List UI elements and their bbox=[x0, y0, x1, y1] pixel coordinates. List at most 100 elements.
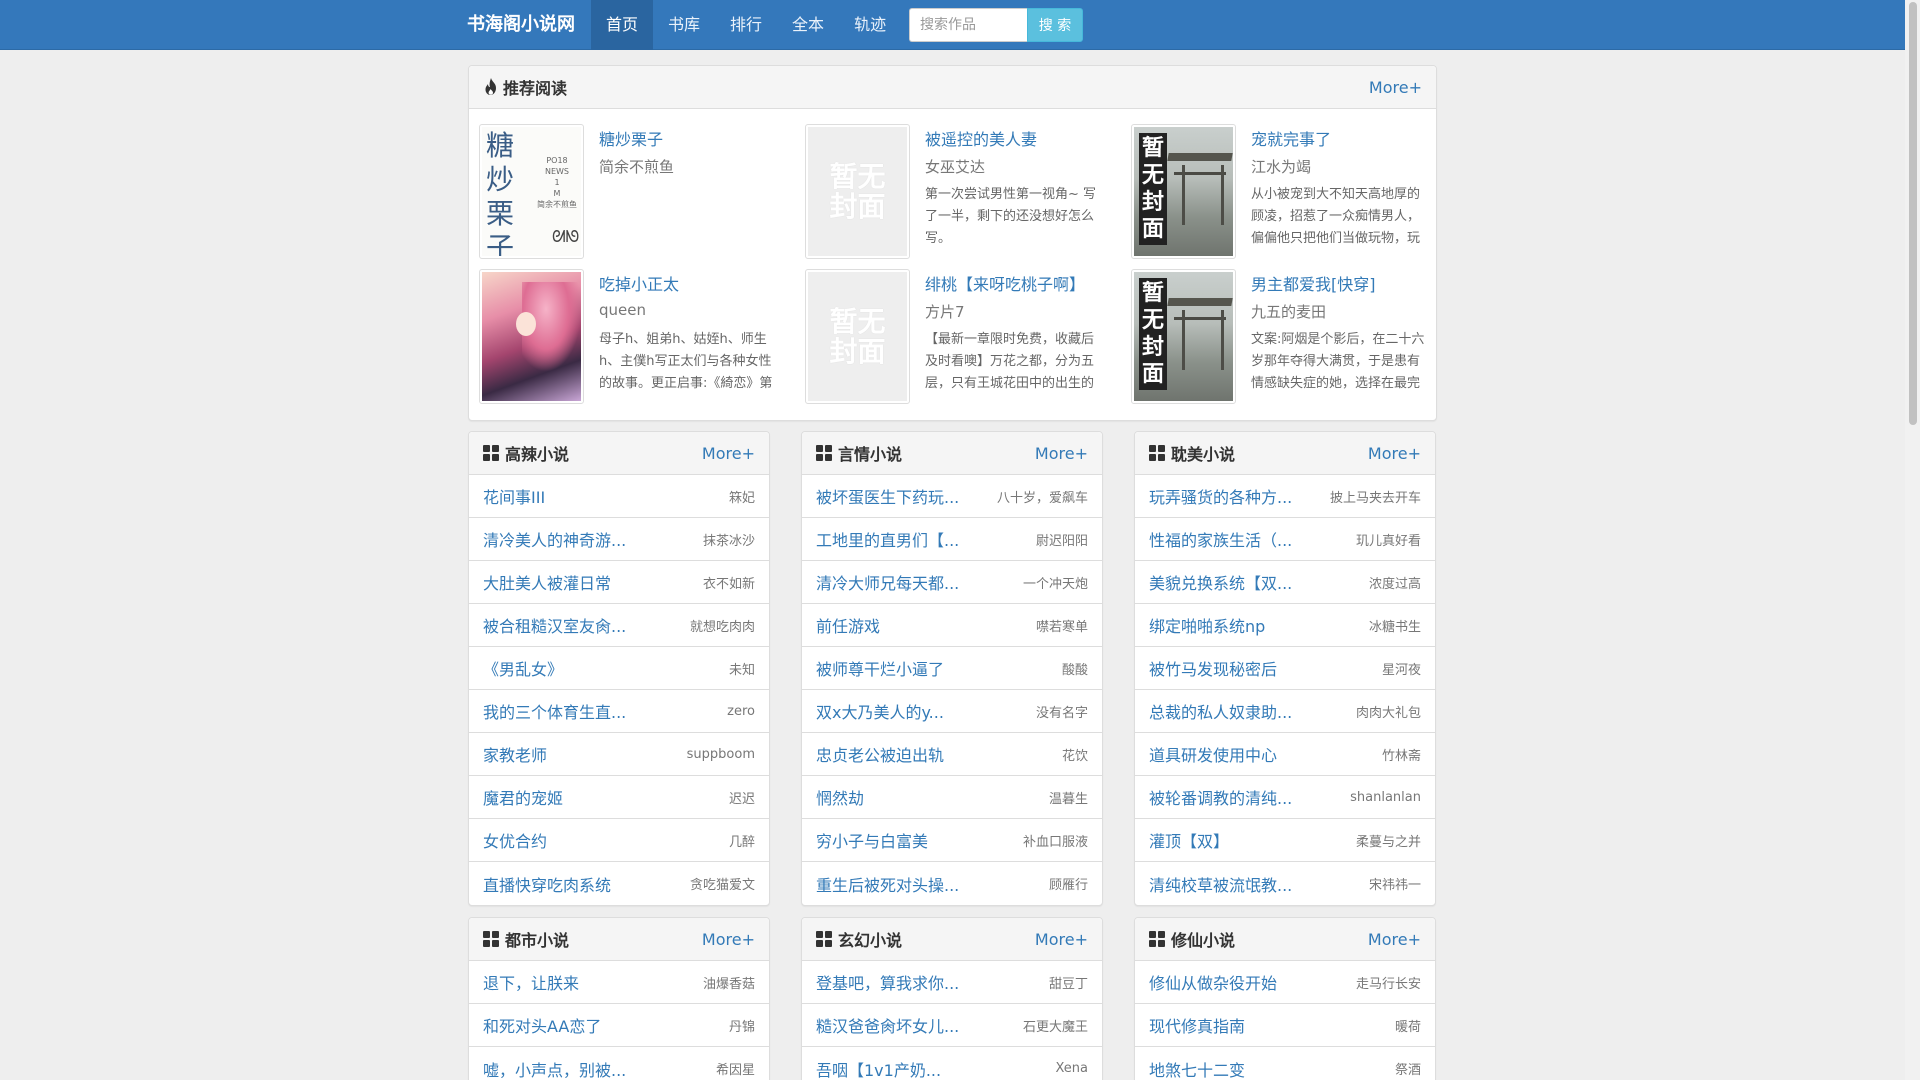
list-item: 被坏蛋医生下药玩... 八十岁，爱飙车 bbox=[802, 475, 1102, 518]
recommend-more-link[interactable]: More+ bbox=[1369, 78, 1422, 97]
book-cover[interactable]: 暂无封面 bbox=[805, 124, 910, 259]
category-more-link[interactable]: More+ bbox=[1035, 930, 1088, 949]
book-title-link[interactable]: 被遥控的美人妻 bbox=[925, 126, 1037, 150]
book-title-link[interactable]: 和死对头AA恋了 bbox=[483, 1013, 601, 1037]
list-item: 退下，让朕来 油爆香菇 bbox=[469, 961, 769, 1004]
nav-item-library[interactable]: 书库 bbox=[653, 0, 715, 50]
category-title: 言情小说 bbox=[838, 445, 903, 464]
nav-item-home[interactable]: 首页 bbox=[591, 0, 654, 50]
book-title-link[interactable]: 穷小子与白富美 bbox=[816, 828, 928, 852]
book-title-link[interactable]: 绯桃【来呀吃桃子啊】 bbox=[925, 271, 1085, 295]
list-item: 前任游戏 噤若寒单 bbox=[802, 604, 1102, 647]
list-item: 玩弄骚货的各种方... 披上马夹去开车 bbox=[1135, 475, 1435, 518]
book-author: 尉迟阳阳 bbox=[1035, 533, 1088, 549]
book-title-link[interactable]: 《男乱女》 bbox=[483, 656, 563, 680]
book-title-link[interactable]: 灌顶【双】 bbox=[1149, 828, 1229, 852]
book-cover[interactable] bbox=[479, 269, 584, 404]
book-cover[interactable]: 暂无封面 bbox=[1131, 269, 1236, 404]
book-title-link[interactable]: 吾咽【1v1产奶... bbox=[816, 1057, 941, 1080]
category-more-link[interactable]: More+ bbox=[1368, 930, 1421, 949]
category-more-link[interactable]: More+ bbox=[1035, 444, 1088, 463]
book-author: 玑儿真好看 bbox=[1355, 533, 1421, 549]
book-cover[interactable]: 糖炒栗子 PO18 NEWS 1 M 简余不煎鱼 ᘛᘚ bbox=[479, 124, 584, 259]
category-more-link[interactable]: More+ bbox=[702, 930, 755, 949]
book-cover[interactable]: 暂无封面 bbox=[805, 269, 910, 404]
book-title-link[interactable]: 退下，让朕来 bbox=[483, 970, 579, 994]
grid-icon bbox=[816, 931, 832, 947]
book-title-link[interactable]: 被坏蛋医生下药玩... bbox=[816, 484, 959, 508]
category-heading: 修仙小说 More+ bbox=[1135, 918, 1435, 961]
category-more-link[interactable]: More+ bbox=[1368, 444, 1421, 463]
book-title-link[interactable]: 清冷大师兄每天都... bbox=[816, 570, 959, 594]
recommend-item: 吃掉小正太 queen 母子h、姐弟h、姑姪h、师生h、主僕h写正太们与各种女性… bbox=[479, 269, 805, 404]
book-author: 迟迟 bbox=[728, 791, 755, 807]
book-title-link[interactable]: 性福的家族生活（... bbox=[1149, 527, 1292, 551]
category-more-link[interactable]: More+ bbox=[702, 444, 755, 463]
book-author: 箖妃 bbox=[728, 490, 755, 506]
book-title-link[interactable]: 工地里的直男们【... bbox=[816, 527, 959, 551]
book-author: queen bbox=[599, 301, 646, 319]
category-panel: 修仙小说 More+ 修仙从做杂役开始 走马行长安 现代修真指南 暖荷 地煞七十二变 祭酒 bbox=[1134, 917, 1436, 1080]
page-scrollbar[interactable] bbox=[1905, 0, 1920, 1080]
nav-item-completed[interactable]: 全本 bbox=[777, 0, 839, 50]
book-title-link[interactable]: 双x大乃美人的y... bbox=[816, 699, 944, 723]
book-title-link[interactable]: 绑定啪啪系统np bbox=[1149, 613, 1265, 637]
list-item: 美貌兑换系统【双... 浓度过高 bbox=[1135, 561, 1435, 604]
book-title-link[interactable]: 大肚美人被灌日常 bbox=[483, 570, 611, 594]
book-title-link[interactable]: 被合租糙汉室友肏... bbox=[483, 613, 626, 637]
book-title-link[interactable]: 忠贞老公被迫出轨 bbox=[816, 742, 944, 766]
recommend-panel: 推荐阅读 More+ 糖炒栗子 PO18 NEWS 1 M 简余不煎鱼 ᘛᘚ 糖炒栗子… bbox=[468, 65, 1437, 421]
list-item: 登基吧，算我求你... 甜豆丁 bbox=[802, 961, 1102, 1004]
search-button[interactable]: 搜 索 bbox=[1027, 8, 1083, 42]
book-title-link[interactable]: 现代修真指南 bbox=[1149, 1013, 1245, 1037]
book-title-link[interactable]: 道具研发使用中心 bbox=[1149, 742, 1277, 766]
book-title-link[interactable]: 我的三个体育生直... bbox=[483, 699, 626, 723]
book-title-link[interactable]: 直播快穿吃肉系统 bbox=[483, 872, 611, 896]
book-title-link[interactable]: 魔君的宠姬 bbox=[483, 785, 563, 809]
book-title-link[interactable]: 宠就完事了 bbox=[1251, 126, 1331, 150]
scrollbar-thumb[interactable] bbox=[1909, 2, 1917, 425]
book-title-link[interactable]: 糖炒栗子 bbox=[599, 126, 663, 150]
book-title-link[interactable]: 美貌兑换系统【双... bbox=[1149, 570, 1292, 594]
list-item: 现代修真指南 暖荷 bbox=[1135, 1004, 1435, 1047]
list-item: 女优合约 几醉 bbox=[469, 819, 769, 862]
book-title-link[interactable]: 地煞七十二变 bbox=[1149, 1057, 1245, 1080]
book-author: 暖荷 bbox=[1394, 1019, 1421, 1035]
book-author: 走马行长安 bbox=[1355, 976, 1421, 992]
book-title-link[interactable]: 重生后被死对头操... bbox=[816, 872, 959, 896]
book-title-link[interactable]: 前任游戏 bbox=[816, 613, 880, 637]
book-title-link[interactable]: 修仙从做杂役开始 bbox=[1149, 970, 1277, 994]
book-title-link[interactable]: 被轮番调教的清纯... bbox=[1149, 785, 1292, 809]
book-author: 九五的麦田 bbox=[1251, 303, 1327, 321]
book-title-link[interactable]: 花间事III bbox=[483, 484, 545, 508]
book-title-link[interactable]: 登基吧，算我求你... bbox=[816, 970, 959, 994]
category-title: 玄幻小说 bbox=[838, 931, 903, 950]
book-title-link[interactable]: 嘘，小声点，别被... bbox=[483, 1057, 626, 1080]
book-title-link[interactable]: 被师尊干烂小逼了 bbox=[816, 656, 944, 680]
search-input[interactable] bbox=[909, 8, 1027, 42]
nav-item-ranking[interactable]: 排行 bbox=[715, 0, 777, 50]
list-item: 我的三个体育生直... zero bbox=[469, 690, 769, 733]
book-title-link[interactable]: 玩弄骚货的各种方... bbox=[1149, 484, 1292, 508]
book-title-link[interactable]: 糙汉爸爸肏坏女儿... bbox=[816, 1013, 959, 1037]
recommend-item: 暂无封面 绯桃【来呀吃桃子啊】 方片7 【最新一章限时免费，收藏后及时看噢】万花… bbox=[805, 269, 1131, 404]
list-item: 清冷美人的神奇游... 抹茶冰沙 bbox=[469, 518, 769, 561]
no-cover-text: 暂无封面 bbox=[829, 305, 886, 368]
book-title-link[interactable]: 被竹马发现秘密后 bbox=[1149, 656, 1277, 680]
book-title-link[interactable]: 清冷美人的神奇游... bbox=[483, 527, 626, 551]
nav-item-history[interactable]: 轨迹 bbox=[839, 0, 901, 50]
recommend-item: 暂无封面 男主都爱我[快穿] 九五的麦田 文案:阿烟是个影后，在二十六岁那年夺得… bbox=[1131, 269, 1441, 404]
list-item: 穷小子与白富美 补血口服液 bbox=[802, 819, 1102, 862]
cover-subtext: PO18 NEWS 1 M 简余不煎鱼 bbox=[537, 156, 577, 209]
book-title-link[interactable]: 惘然劫 bbox=[816, 785, 864, 809]
book-title-link[interactable]: 女优合约 bbox=[483, 828, 547, 852]
book-cover[interactable]: 暂无封面 bbox=[1131, 124, 1236, 259]
list-item: 和死对头AA恋了 丹锦 bbox=[469, 1004, 769, 1047]
book-title-link[interactable]: 总裁的私人奴隶助... bbox=[1149, 699, 1292, 723]
grid-icon bbox=[483, 931, 499, 947]
book-title-link[interactable]: 吃掉小正太 bbox=[599, 271, 679, 295]
book-title-link[interactable]: 男主都爱我[快穿] bbox=[1251, 271, 1376, 295]
book-title-link[interactable]: 清纯校草被流氓教... bbox=[1149, 872, 1292, 896]
site-brand[interactable]: 书海阁小说网 bbox=[467, 0, 575, 50]
book-title-link[interactable]: 家教老师 bbox=[483, 742, 547, 766]
